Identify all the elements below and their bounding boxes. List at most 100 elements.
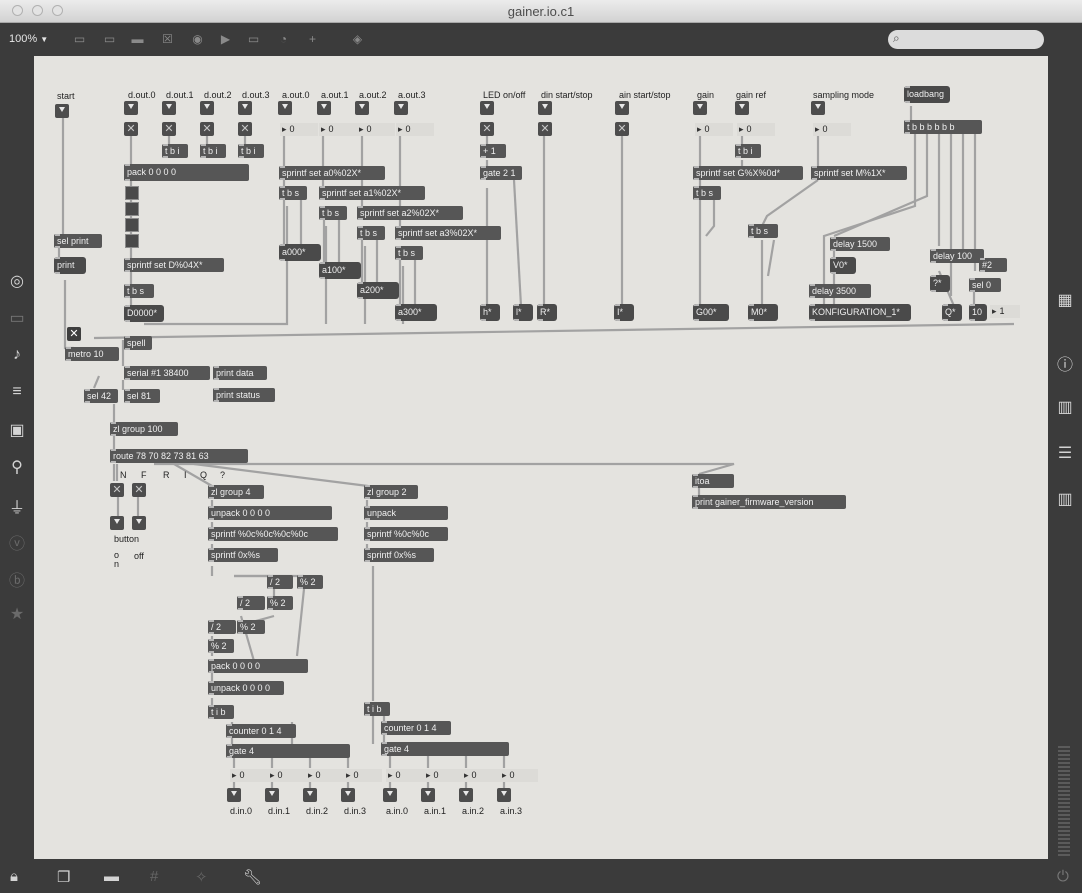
- msg-10[interactable]: 10: [969, 304, 987, 321]
- patcher-canvas[interactable]: start d.out.0 d.out.1 d.out.2 d.out.3 a.…: [34, 56, 1048, 859]
- new-slider-icon[interactable]: ▭: [246, 32, 261, 46]
- obj-sprintf-M[interactable]: sprintf set M%1X*: [811, 166, 907, 180]
- msg-h[interactable]: h*: [480, 304, 500, 321]
- obj-tbs-gain[interactable]: t b s: [693, 186, 721, 200]
- new-object-icon[interactable]: ▭: [72, 32, 87, 46]
- obj-metro[interactable]: metro 10: [65, 347, 119, 361]
- number-output[interactable]: ▸ 1: [990, 305, 1020, 318]
- obj-sprintf-0x[interactable]: sprintf 0x%s: [208, 548, 278, 562]
- obj-tbi-gainref[interactable]: t b i: [735, 144, 761, 158]
- obj-div2-b[interactable]: / 2: [237, 596, 265, 610]
- plug-icon[interactable]: ⏚: [0, 494, 34, 518]
- new-toggle-icon[interactable]: ☒: [160, 32, 175, 46]
- obj-tbi1[interactable]: t b i: [162, 144, 188, 158]
- star-icon[interactable]: ★: [0, 604, 34, 624]
- obj-tib-2[interactable]: t i b: [364, 702, 390, 716]
- outlet-din3[interactable]: [341, 788, 355, 802]
- toggle-metro[interactable]: ✕: [67, 327, 81, 341]
- lock-icon[interactable]: 🔒︎: [10, 868, 18, 885]
- obj-printstatus[interactable]: print status: [213, 388, 275, 402]
- obj-counter-1[interactable]: counter 0 1 4: [226, 724, 296, 738]
- inlet-led[interactable]: [480, 101, 494, 115]
- playlist-icon[interactable]: ≡: [0, 383, 34, 401]
- number-aout3[interactable]: ▸ 0: [396, 123, 434, 136]
- obj-delay3500[interactable]: delay 3500: [809, 284, 871, 298]
- obj-print-firmware[interactable]: print gainer_firmware_version: [692, 495, 846, 509]
- number-aout2[interactable]: ▸ 0: [357, 123, 395, 136]
- obj-selprint[interactable]: sel print: [54, 234, 102, 248]
- obj-pack4[interactable]: pack 0 0 0 0: [124, 164, 249, 181]
- outlet-ain1[interactable]: [421, 788, 435, 802]
- obj-spell[interactable]: spell: [124, 336, 152, 350]
- list-icon[interactable]: ☰: [1048, 443, 1082, 463]
- number-din3[interactable]: ▸ 0: [344, 769, 382, 782]
- obj-mod2-d[interactable]: % 2: [208, 639, 234, 653]
- obj-serial[interactable]: serial #1 38400: [124, 366, 210, 380]
- msg-l[interactable]: l*: [513, 304, 533, 321]
- obj-unpack4[interactable]: unpack 0 0 0 0: [208, 506, 332, 520]
- outlet-din2[interactable]: [303, 788, 317, 802]
- number-ain2[interactable]: ▸ 0: [462, 769, 500, 782]
- obj-counter-2[interactable]: counter 0 1 4: [381, 721, 451, 735]
- obj-plus1[interactable]: + 1: [480, 144, 506, 158]
- inlet-dout2[interactable]: [200, 101, 214, 115]
- obj-tib-1[interactable]: t i b: [208, 705, 234, 719]
- image-icon[interactable]: ▣: [0, 420, 34, 440]
- obj-itoa[interactable]: itoa: [692, 474, 734, 488]
- toggle-dout3[interactable]: ✕: [238, 122, 252, 136]
- presentation-windows-icon[interactable]: ❐: [57, 868, 70, 886]
- obj-delay100[interactable]: delay 100: [930, 249, 984, 263]
- obj-sprintf-2c[interactable]: sprintf %0c%0c: [364, 527, 448, 541]
- inlet-aout2[interactable]: [355, 101, 369, 115]
- grid-icon[interactable]: ▦: [1048, 290, 1082, 310]
- obj-delay1500[interactable]: delay 1500: [830, 237, 890, 251]
- number-din2[interactable]: ▸ 0: [306, 769, 344, 782]
- msg-Q[interactable]: Q*: [942, 304, 962, 321]
- obj-gate4-2[interactable]: gate 4: [381, 742, 509, 756]
- outlet-ain3[interactable]: [497, 788, 511, 802]
- number-gainref[interactable]: ▸ 0: [737, 123, 775, 136]
- msg-print[interactable]: print: [54, 257, 86, 274]
- obj-tbi2[interactable]: t b i: [200, 144, 226, 158]
- new-comment-icon[interactable]: ▬: [130, 32, 145, 46]
- number-aout1[interactable]: ▸ 0: [319, 123, 357, 136]
- target-icon[interactable]: ◎: [0, 271, 34, 291]
- msg-a300[interactable]: a300*: [395, 304, 437, 321]
- obj-mod2-b[interactable]: % 2: [267, 596, 293, 610]
- msg-a200[interactable]: a200*: [357, 282, 399, 299]
- paint-bucket-icon[interactable]: ◈: [350, 32, 365, 46]
- outlet-button-on[interactable]: [110, 516, 124, 530]
- book-icon[interactable]: ▥: [1048, 397, 1082, 417]
- obj-zlgroup100[interactable]: zl group 100: [110, 422, 178, 436]
- obj-tbsD[interactable]: t b s: [124, 284, 154, 298]
- inlet-sampling[interactable]: [811, 101, 825, 115]
- new-number-icon[interactable]: ▶: [218, 32, 233, 46]
- number-din0[interactable]: ▸ 0: [230, 769, 268, 782]
- obj-sprintf-a0[interactable]: sprintf set a0%02X*: [279, 166, 385, 180]
- inlet-gain[interactable]: [693, 101, 707, 115]
- obj-sprintf-gain[interactable]: sprintf set G%X%0d*: [693, 166, 803, 180]
- obj-tbs-a2[interactable]: t b s: [357, 226, 385, 240]
- obj-unpack-0000[interactable]: unpack 0 0 0 0: [208, 681, 284, 695]
- reference-icon[interactable]: ▥: [1048, 489, 1082, 509]
- obj-unpack[interactable]: unpack: [364, 506, 448, 520]
- toggle-dout0[interactable]: ✕: [124, 122, 138, 136]
- inlet-aout1[interactable]: [317, 101, 331, 115]
- outlet-din1[interactable]: [265, 788, 279, 802]
- number-sampling[interactable]: ▸ 0: [813, 123, 851, 136]
- msg-G00[interactable]: G00*: [693, 304, 729, 321]
- inlet-aout3[interactable]: [394, 101, 408, 115]
- music-note-icon[interactable]: ♪: [0, 346, 34, 364]
- inlet-start[interactable]: [55, 104, 69, 118]
- msg-V0[interactable]: V0*: [830, 257, 856, 274]
- msg-a100[interactable]: a100*: [319, 262, 361, 279]
- obj-tbs-a3[interactable]: t b s: [395, 246, 423, 260]
- info-icon[interactable]: ⓘ: [1048, 351, 1082, 375]
- pack-toggle-1[interactable]: [125, 202, 139, 216]
- new-message-icon[interactable]: ▭: [102, 32, 117, 46]
- obj-trigger-bbbbbb[interactable]: t b b b b b b: [904, 120, 982, 134]
- outlet-ain2[interactable]: [459, 788, 473, 802]
- obj-route[interactable]: route 78 70 82 73 81 63: [110, 449, 248, 463]
- obj-printdata[interactable]: print data: [213, 366, 267, 380]
- add-object-icon[interactable]: +: [305, 32, 320, 46]
